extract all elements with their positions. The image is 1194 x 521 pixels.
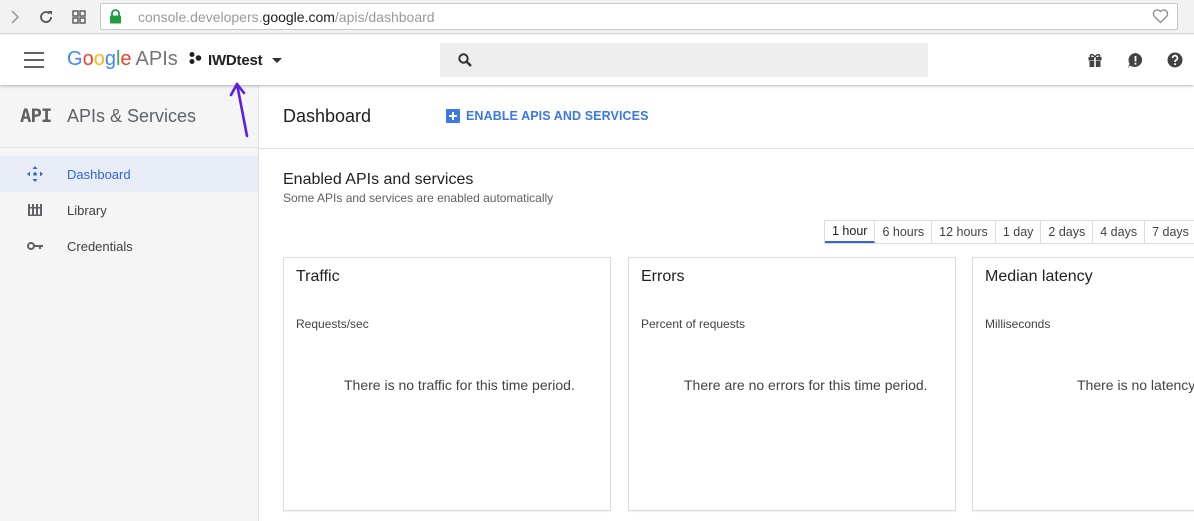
card-empty-message: There is no traffic for this time period…: [344, 377, 575, 393]
median-latency-card: Median latency Milliseconds There is no …: [972, 257, 1194, 511]
menu-icon[interactable]: [24, 52, 44, 68]
forward-arrow-icon[interactable]: [4, 6, 26, 28]
range-6-hours[interactable]: 6 hours: [875, 221, 933, 243]
chevron-down-icon: [272, 57, 283, 63]
time-range-selector: 1 hour 6 hours 12 hours 1 day 2 days 4 d…: [824, 220, 1194, 244]
sidebar-item-label: Dashboard: [67, 166, 131, 182]
project-icon: [188, 51, 202, 70]
search-icon: [458, 53, 472, 67]
card-unit: Percent of requests: [641, 317, 746, 331]
range-12-hours[interactable]: 12 hours: [932, 221, 996, 243]
section-subtitle: Some APIs and services are enabled autom…: [283, 191, 554, 205]
errors-card: Errors Percent of requests There are no …: [628, 257, 956, 511]
enable-apis-button[interactable]: ENABLE APIS AND SERVICES: [446, 109, 649, 123]
card-title: Median latency: [985, 268, 1093, 285]
page-title: Dashboard: [283, 106, 372, 126]
library-icon: [26, 202, 44, 218]
project-name: IWDtest: [208, 51, 263, 69]
apps-grid-icon[interactable]: [68, 6, 90, 28]
sidebar-nav: Dashboard Library Credentials: [0, 156, 258, 264]
range-7-days[interactable]: 7 days: [1145, 221, 1194, 243]
card-title: Errors: [641, 268, 685, 285]
google-apis-logo[interactable]: Google APIs: [67, 48, 178, 71]
api-logo-icon: API: [20, 105, 52, 127]
section-title: Enabled APIs and services: [283, 171, 474, 188]
url-text: console.developers.google.com/apis/dashb…: [138, 9, 435, 25]
sidebar-title: APIs & Services: [67, 106, 197, 126]
app-header: Google APIs IWDtest: [0, 35, 1194, 85]
sidebar-item-dashboard[interactable]: Dashboard: [0, 156, 258, 192]
sidebar-item-label: Library: [67, 202, 107, 218]
range-1-hour[interactable]: 1 hour: [825, 221, 876, 243]
sidebar-header: API APIs & Services: [0, 85, 258, 148]
help-icon[interactable]: [1166, 51, 1184, 69]
range-2-days[interactable]: 2 days: [1041, 221, 1094, 243]
card-unit: Milliseconds: [985, 317, 1051, 331]
heart-icon[interactable]: [1152, 8, 1169, 29]
card-unit: Requests/sec: [296, 317, 369, 331]
card-empty-message: There are no errors for this time period…: [684, 377, 928, 393]
add-box-icon: [446, 109, 460, 123]
search-input[interactable]: [440, 43, 928, 77]
card-title: Traffic: [296, 268, 340, 285]
browser-toolbar: console.developers.google.com/apis/dashb…: [0, 0, 1194, 34]
traffic-card: Traffic Requests/sec There is no traffic…: [283, 257, 611, 511]
sidebar-item-label: Credentials: [67, 238, 133, 254]
lock-icon: [109, 9, 122, 29]
card-empty-message: There is no latency data for this time p…: [1077, 377, 1194, 393]
sidebar-item-credentials[interactable]: Credentials: [0, 228, 258, 264]
main-content: Dashboard ENABLE APIS AND SERVICES Enabl…: [259, 85, 1194, 521]
range-1-day[interactable]: 1 day: [996, 221, 1042, 243]
sidebar-item-library[interactable]: Library: [0, 192, 258, 228]
address-bar[interactable]: console.developers.google.com/apis/dashb…: [100, 3, 1178, 30]
reload-icon[interactable]: [35, 6, 57, 28]
gift-icon[interactable]: [1086, 51, 1104, 69]
dashboard-icon: [26, 166, 44, 182]
alert-icon[interactable]: [1126, 51, 1144, 69]
page-header: Dashboard ENABLE APIS AND SERVICES: [259, 85, 1194, 149]
key-icon: [26, 238, 44, 254]
sidebar: API APIs & Services Dashboard Library Cr…: [0, 85, 259, 521]
project-selector[interactable]: IWDtest: [188, 48, 283, 72]
range-4-days[interactable]: 4 days: [1093, 221, 1146, 243]
